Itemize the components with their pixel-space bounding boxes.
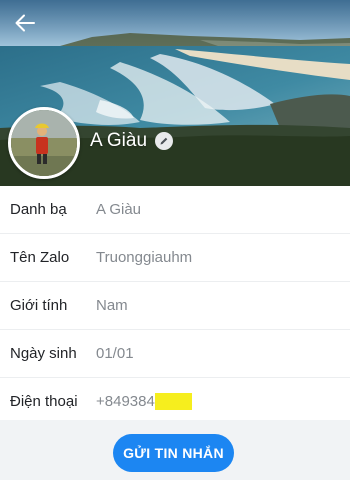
- info-row-birthday: Ngày sinh 01/01: [0, 330, 350, 378]
- info-row-contacts: Danh bạ A Giàu: [0, 186, 350, 234]
- send-message-button[interactable]: GỬI TIN NHẮN: [113, 434, 234, 472]
- gender-value: Nam: [96, 297, 128, 314]
- phone-number: +849384: [96, 393, 155, 410]
- phone-label: Điện thoại: [10, 393, 78, 410]
- edit-name-button[interactable]: [155, 132, 174, 150]
- gender-label: Giới tính: [10, 297, 68, 314]
- avatar-image: [11, 110, 77, 176]
- back-button[interactable]: [10, 8, 40, 38]
- contacts-label: Danh bạ: [10, 201, 67, 218]
- contacts-value: A Giàu: [96, 201, 142, 218]
- profile-screen: A Giàu Danh bạ A Giàu Tên Zalo Truonggia…: [0, 0, 350, 480]
- profile-name-group: A Giàu: [90, 130, 174, 152]
- birthday-value: 01/01: [96, 345, 134, 362]
- info-row-phone: Điện thoại +849384xxxxx: [0, 378, 350, 425]
- zalo-name-value: Truonggiauhm: [96, 249, 193, 266]
- phone-masked-highlight: xxxxx: [154, 393, 193, 410]
- birthday-label: Ngày sinh: [10, 345, 77, 362]
- info-row-zalo-name: Tên Zalo Truonggiauhm: [0, 234, 350, 282]
- zalo-name-label: Tên Zalo: [10, 249, 70, 266]
- arrow-left-icon: [15, 14, 35, 32]
- info-list: Danh bạ A Giàu Tên Zalo Truonggiauhm Giớ…: [0, 186, 350, 425]
- avatar[interactable]: [8, 107, 80, 179]
- pencil-icon: [160, 137, 168, 145]
- phone-value: +849384xxxxx: [96, 393, 193, 410]
- info-row-gender: Giới tính Nam: [0, 282, 350, 330]
- profile-name: A Giàu: [90, 130, 148, 151]
